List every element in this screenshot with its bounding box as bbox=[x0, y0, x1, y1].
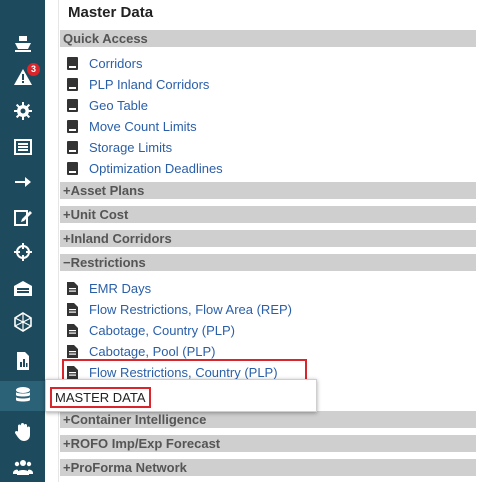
collapse-icon: − bbox=[63, 255, 71, 270]
item-label: Corridors bbox=[89, 55, 143, 71]
restrictions-item[interactable]: Flow Restrictions, Flow Area (REP) bbox=[66, 299, 292, 319]
quick-access-item[interactable]: Storage Limits bbox=[66, 137, 172, 157]
restrictions-item[interactable]: Cabotage, Country (PLP) bbox=[66, 320, 235, 340]
main-sidebar: 3 bbox=[0, 0, 45, 482]
section-label: ProForma Network bbox=[70, 460, 187, 475]
item-label: Geo Table bbox=[89, 97, 149, 113]
gear-icon[interactable] bbox=[0, 96, 45, 126]
section-label: Quick Access bbox=[63, 31, 148, 46]
expand-icon: + bbox=[63, 183, 71, 198]
section-restrictions[interactable]: −Restrictions bbox=[60, 254, 476, 271]
book-icon bbox=[66, 56, 78, 70]
section-label: Inland Corridors bbox=[70, 231, 172, 246]
section-inland-corridors[interactable]: +Inland Corridors bbox=[60, 230, 476, 247]
document-icon bbox=[66, 302, 78, 316]
document-icon bbox=[66, 344, 78, 358]
database-icon[interactable] bbox=[0, 381, 45, 411]
expand-icon: + bbox=[63, 207, 71, 222]
book-icon bbox=[66, 161, 78, 175]
list-icon[interactable] bbox=[0, 132, 45, 162]
quick-access-item[interactable]: PLP Inland Corridors bbox=[66, 74, 209, 94]
tooltip-label: MASTER DATA bbox=[50, 387, 151, 408]
item-label: Storage Limits bbox=[89, 139, 173, 155]
crosshair-icon[interactable] bbox=[0, 237, 45, 267]
document-icon bbox=[66, 281, 78, 295]
section-quick-access[interactable]: Quick Access bbox=[60, 30, 476, 47]
book-icon bbox=[66, 77, 78, 91]
sidebar-tooltip: MASTER DATA bbox=[45, 379, 317, 412]
quick-access-item[interactable]: Optimization Deadlines bbox=[66, 158, 223, 178]
quick-access-item[interactable]: Geo Table bbox=[66, 95, 148, 115]
hand-icon[interactable] bbox=[0, 417, 45, 447]
alert-icon[interactable]: 3 bbox=[0, 62, 45, 92]
section-label: Restrictions bbox=[70, 255, 146, 270]
section-unit-cost[interactable]: +Unit Cost bbox=[60, 206, 476, 223]
document-icon bbox=[66, 365, 78, 379]
ship-icon[interactable] bbox=[0, 28, 45, 58]
section-label: Asset Plans bbox=[70, 183, 145, 198]
item-label: EMR Days bbox=[89, 280, 152, 296]
warehouse-icon[interactable] bbox=[0, 273, 45, 303]
document-icon bbox=[66, 323, 78, 337]
book-icon bbox=[66, 119, 78, 133]
expand-icon: + bbox=[63, 436, 71, 451]
users-icon[interactable] bbox=[0, 452, 45, 482]
restrictions-item[interactable]: Cabotage, Pool (PLP) bbox=[66, 341, 215, 361]
expand-icon: + bbox=[63, 412, 71, 427]
section-rofo[interactable]: +ROFO Imp/Exp Forecast bbox=[60, 435, 476, 452]
expand-icon: + bbox=[63, 460, 71, 475]
restrictions-item[interactable]: EMR Days bbox=[66, 278, 151, 298]
section-label: Container Intelligence bbox=[70, 412, 207, 427]
item-label: Move Count Limits bbox=[89, 118, 197, 134]
book-icon bbox=[66, 140, 78, 154]
report-icon[interactable] bbox=[0, 346, 45, 376]
item-label: Flow Restrictions, Flow Area (REP) bbox=[89, 301, 292, 317]
item-label: Optimization Deadlines bbox=[89, 160, 223, 176]
quick-access-item[interactable]: Move Count Limits bbox=[66, 116, 197, 136]
item-label: Cabotage, Country (PLP) bbox=[89, 322, 235, 338]
alert-count-badge: 3 bbox=[27, 63, 40, 76]
book-icon bbox=[66, 98, 78, 112]
section-label: Unit Cost bbox=[70, 207, 129, 222]
section-asset-plans[interactable]: +Asset Plans bbox=[60, 182, 476, 199]
network-icon[interactable] bbox=[0, 307, 45, 337]
expand-icon: + bbox=[63, 231, 71, 246]
quick-access-item[interactable]: Corridors bbox=[66, 53, 142, 73]
section-label: ROFO Imp/Exp Forecast bbox=[70, 436, 221, 451]
edit-icon[interactable] bbox=[0, 202, 45, 232]
item-label: PLP Inland Corridors bbox=[89, 76, 210, 92]
item-label: Flow Restrictions, Country (PLP) bbox=[89, 364, 278, 380]
section-proforma-network[interactable]: +ProForma Network bbox=[60, 459, 476, 476]
arrow-right-icon[interactable] bbox=[0, 167, 45, 197]
page-title: Master Data bbox=[68, 4, 154, 21]
section-container-intelligence[interactable]: +Container Intelligence bbox=[60, 411, 476, 428]
item-label: Cabotage, Pool (PLP) bbox=[89, 343, 216, 359]
